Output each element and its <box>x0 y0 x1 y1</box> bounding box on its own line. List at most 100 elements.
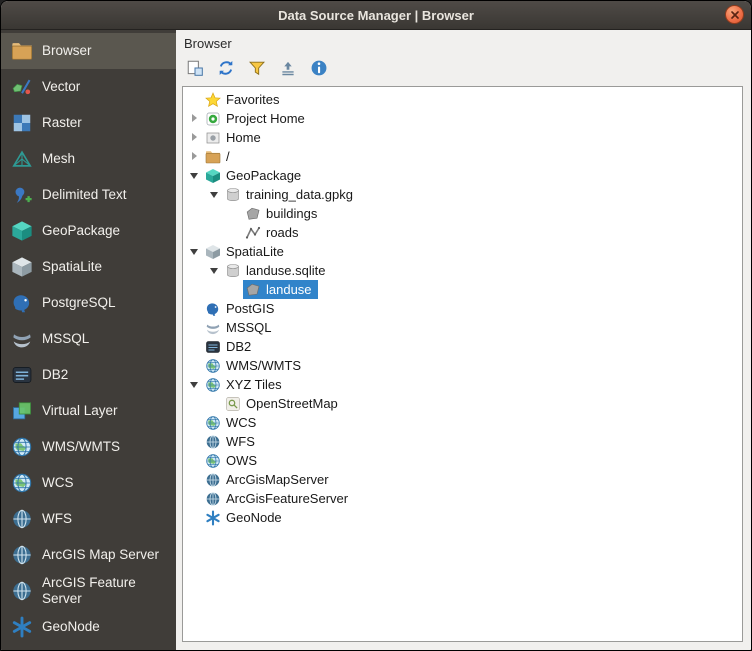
tree-item-landuse-sqlite[interactable]: landuse.sqlite <box>183 261 742 280</box>
sidebar-item-arcgis-feature-server[interactable]: ArcGIS Feature Server <box>1 573 176 609</box>
tree-item-ows[interactable]: OWS <box>183 451 742 470</box>
sidebar-item-wfs[interactable]: WFS <box>1 501 176 537</box>
tree-item-spatialite[interactable]: SpatiaLite <box>183 242 742 261</box>
tree-item-project-home[interactable]: Project Home <box>183 109 742 128</box>
geopackage-icon <box>205 168 221 184</box>
tree-item-root-folder[interactable]: / <box>183 147 742 166</box>
expander-expanded[interactable] <box>188 244 203 259</box>
filter-browser-button[interactable] <box>245 56 269 80</box>
expander-expanded[interactable] <box>188 377 203 392</box>
ows-globe-icon <box>205 453 221 469</box>
mesh-layer-icon <box>11 148 33 170</box>
vector-layer-icon <box>11 76 33 98</box>
wms-globe-icon <box>205 358 221 374</box>
tree-item-favorites[interactable]: Favorites <box>183 90 742 109</box>
expander-collapsed[interactable] <box>188 111 203 126</box>
tree-item-geopackage[interactable]: GeoPackage <box>183 166 742 185</box>
geopackage-icon <box>11 220 33 242</box>
sidebar-item-label: Vector <box>42 79 80 95</box>
tree-item-buildings[interactable]: buildings <box>183 204 742 223</box>
expander <box>188 472 203 487</box>
tree-item-mssql[interactable]: MSSQL <box>183 318 742 337</box>
sidebar-item-postgresql[interactable]: PostgreSQL <box>1 285 176 321</box>
sidebar-item-spatialite[interactable]: SpatiaLite <box>1 249 176 285</box>
expander-expanded[interactable] <box>188 168 203 183</box>
expander <box>188 510 203 525</box>
tree-item-label: roads <box>266 225 299 240</box>
expander-expanded[interactable] <box>208 263 223 278</box>
add-layers-icon <box>186 59 204 77</box>
close-button[interactable] <box>725 5 744 24</box>
close-icon <box>730 10 740 20</box>
tree-item-arcgis-feature-server[interactable]: ArcGisFeatureServer <box>183 489 742 508</box>
sidebar-item-label: ArcGIS Map Server <box>42 547 159 563</box>
sidebar-item-label: Mesh <box>42 151 75 167</box>
sidebar-item-virtual-layer[interactable]: Virtual Layer <box>1 393 176 429</box>
sidebar-item-label: SpatiaLite <box>42 259 102 275</box>
sidebar-item-label: WFS <box>42 511 72 527</box>
sidebar-item-label: GeoNode <box>42 619 100 635</box>
refresh-button[interactable] <box>214 56 238 80</box>
mssql-icon <box>11 328 33 350</box>
tree-item-label: / <box>226 149 230 164</box>
collapse-all-button[interactable] <box>276 56 300 80</box>
sidebar-item-delimited-text[interactable]: Delimited Text <box>1 177 176 213</box>
expander <box>228 225 243 240</box>
sidebar-item-geonode[interactable]: GeoNode <box>1 609 176 645</box>
tree-item-geonode[interactable]: GeoNode <box>183 508 742 527</box>
expander <box>188 415 203 430</box>
expander <box>188 301 203 316</box>
sidebar-item-wcs[interactable]: WCS <box>1 465 176 501</box>
expander-collapsed[interactable] <box>188 130 203 145</box>
tree-item-label: landuse <box>266 282 312 297</box>
sidebar-item-raster[interactable]: Raster <box>1 105 176 141</box>
tree-item-home[interactable]: Home <box>183 128 742 147</box>
window-title: Data Source Manager | Browser <box>278 8 474 23</box>
tree-item-openstreetmap[interactable]: OpenStreetMap <box>183 394 742 413</box>
sidebar-item-vector[interactable]: Vector <box>1 69 176 105</box>
tree-item-label: WMS/WMTS <box>226 358 301 373</box>
tree-item-label: buildings <box>266 206 317 221</box>
tree-item-wfs[interactable]: WFS <box>183 432 742 451</box>
sidebar-item-label: DB2 <box>42 367 68 383</box>
sidebar-item-label: Browser <box>42 43 92 59</box>
sidebar-item-label: WMS/WMTS <box>42 439 120 455</box>
tree-item-xyz-tiles[interactable]: XYZ Tiles <box>183 375 742 394</box>
sidebar-item-db2[interactable]: DB2 <box>1 357 176 393</box>
tree-item-label: GeoPackage <box>226 168 301 183</box>
expander-expanded[interactable] <box>208 187 223 202</box>
tree-item-wms-wmts[interactable]: WMS/WMTS <box>183 356 742 375</box>
tree-item-label: OWS <box>226 453 257 468</box>
sidebar-item-geopackage[interactable]: GeoPackage <box>1 213 176 249</box>
sidebar-item-mssql[interactable]: MSSQL <box>1 321 176 357</box>
sidebar-item-browser[interactable]: Browser <box>1 33 176 69</box>
info-properties-icon <box>310 59 328 77</box>
sidebar-item-label: ArcGIS Feature Server <box>42 575 172 607</box>
tree-item-wcs[interactable]: WCS <box>183 413 742 432</box>
geonode-icon <box>205 510 221 526</box>
tree-item-roads[interactable]: roads <box>183 223 742 242</box>
browser-panel: Browser <box>176 30 751 650</box>
source-type-sidebar: Browser Vector Raster Mesh Delimited Tex… <box>1 30 176 650</box>
browser-tree: Favorites Project Home Home / <box>182 86 743 642</box>
tree-item-landuse[interactable]: landuse <box>183 280 742 299</box>
tree-item-arcgis-map-server[interactable]: ArcGisMapServer <box>183 470 742 489</box>
titlebar: Data Source Manager | Browser <box>1 1 751 30</box>
sidebar-item-arcgis-map-server[interactable]: ArcGIS Map Server <box>1 537 176 573</box>
sidebar-item-wms-wmts[interactable]: WMS/WMTS <box>1 429 176 465</box>
expander <box>228 282 243 297</box>
tree-item-training-data-gpkg[interactable]: training_data.gpkg <box>183 185 742 204</box>
expander-collapsed[interactable] <box>188 149 203 164</box>
properties-button[interactable] <box>307 56 331 80</box>
sidebar-item-label: PostgreSQL <box>42 295 116 311</box>
sidebar-item-mesh[interactable]: Mesh <box>1 141 176 177</box>
db2-icon <box>11 364 33 386</box>
wfs-globe-icon <box>205 434 221 450</box>
arcgis-map-server-icon <box>205 472 221 488</box>
refresh-icon <box>217 59 235 77</box>
tree-item-db2[interactable]: DB2 <box>183 337 742 356</box>
add-selected-layers-button[interactable] <box>183 56 207 80</box>
expander <box>188 434 203 449</box>
tree-item-postgis[interactable]: PostGIS <box>183 299 742 318</box>
db2-icon <box>205 339 221 355</box>
